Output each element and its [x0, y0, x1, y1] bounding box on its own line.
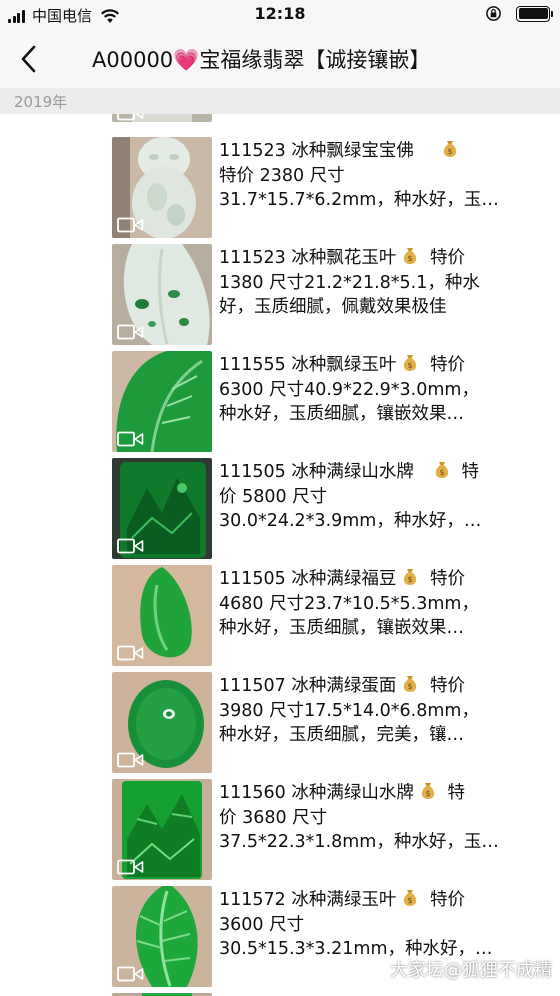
navigation-bar: A00000💗宝福缘翡翠【诚接镶嵌】 [0, 30, 560, 88]
list-item[interactable]: 111523 冰种飘花玉叶 $ 特价 1380 尺寸21.2*21.8*5.1，种… [112, 244, 560, 345]
item-price-line: 4680 尺寸23.7*10.5*5.3mm， [219, 593, 479, 614]
svg-text:$: $ [408, 896, 413, 905]
item-description: 111523 冰种飘绿宝宝佛 $ 特价 2380 尺寸 31.7*15.7*6.2… [219, 139, 524, 213]
video-icon [117, 966, 144, 982]
video-icon [117, 645, 144, 661]
item-thumbnail[interactable] [112, 351, 212, 452]
item-detail-line: 种水好，玉质细腻，镶嵌效果… [219, 404, 464, 424]
item-detail-line: 30.0*24.2*3.9mm，种水好，… [219, 511, 482, 531]
money-bag-icon: $ [404, 890, 417, 906]
svg-text:$: $ [408, 682, 413, 691]
item-price-line: 3600 尺寸 [219, 914, 305, 935]
item-thumbnail[interactable] [112, 672, 212, 773]
item-thumbnail[interactable] [112, 565, 212, 666]
money-bag-icon: $ [421, 783, 435, 799]
item-description: 111505 冰种满绿福豆 $ 特价 4680 尺寸23.7*10.5*5.3mm… [219, 567, 524, 641]
item-title: 111560 冰种满绿山水牌 [219, 783, 414, 803]
item-price-line: 3980 尺寸17.5*14.0*6.8mm， [219, 700, 479, 721]
item-detail-line: 种水好，玉质细腻，镶嵌效果… [219, 618, 464, 638]
video-icon [117, 752, 144, 768]
item-thumbnail[interactable] [112, 458, 212, 559]
item-price-line: 6300 尺寸40.9*22.9*3.0mm， [219, 379, 479, 400]
year-section-header: 2019年 [0, 88, 560, 114]
item-detail-line: 31.7*15.7*6.2mm，种水好，玉… [219, 190, 499, 210]
item-detail-line: 37.5*22.3*1.8mm，种水好，玉… [219, 832, 499, 852]
item-price-line: 1380 尺寸21.2*21.8*5.1，种水 [219, 272, 480, 293]
money-bag-icon: $ [435, 462, 449, 478]
svg-text:$: $ [425, 789, 430, 798]
item-thumbnail[interactable] [112, 244, 212, 345]
item-thumbnail[interactable] [112, 886, 212, 987]
item-detail-line: 好，玉质细腻，佩戴效果极佳 [219, 297, 447, 317]
video-icon [117, 324, 144, 340]
item-title: 111523 冰种飘绿宝宝佛 [219, 141, 414, 161]
list-item[interactable]: 111505 冰种满绿山水牌 $ 特 价 5800 尺寸 30.0*24.2*3.… [112, 458, 560, 559]
watermark: 大家坛@狐狸不成精 [390, 960, 552, 981]
year-label: 2019年 [14, 93, 68, 111]
item-thumbnail[interactable] [112, 779, 212, 880]
list-item-partial[interactable] [112, 114, 560, 122]
money-bag-icon: $ [404, 676, 417, 692]
list-item[interactable]: 111507 冰种满绿蛋面 $ 特价 3980 尺寸17.5*14.0*6.8mm… [112, 672, 560, 773]
money-bag-icon: $ [404, 355, 417, 371]
video-icon [117, 431, 144, 447]
video-icon [117, 114, 144, 121]
item-title: 111555 冰种飘绿玉叶 [219, 355, 397, 375]
list-item[interactable]: 111560 冰种满绿山水牌 $ 特 价 3680 尺寸 37.5*22.3*1.… [112, 779, 560, 880]
item-description: 111507 冰种满绿蛋面 $ 特价 3980 尺寸17.5*14.0*6.8mm… [219, 674, 524, 748]
battery-icon [516, 5, 553, 22]
svg-text:$: $ [408, 361, 413, 370]
item-thumbnail[interactable] [112, 137, 212, 238]
money-bag-icon: $ [404, 569, 417, 585]
item-detail-line: 种水好，玉质细腻，完美，镶… [219, 725, 464, 745]
rotation-lock-icon [486, 6, 501, 21]
status-bar: 中国电信 12:18 [0, 0, 560, 30]
svg-text:$: $ [439, 468, 444, 477]
item-description: 111555 冰种飘绿玉叶 $ 特价 6300 尺寸40.9*22.9*3.0mm… [219, 353, 524, 427]
item-title: 111572 冰种满绿玉叶 [219, 890, 397, 910]
item-description: 111505 冰种满绿山水牌 $ 特 价 5800 尺寸 30.0*24.2*3.… [219, 460, 524, 534]
item-title: 111505 冰种满绿福豆 [219, 569, 397, 589]
list-item[interactable]: 111555 冰种飘绿玉叶 $ 特价 6300 尺寸40.9*22.9*3.0mm… [112, 351, 560, 452]
item-title: 111523 冰种飘花玉叶 [219, 248, 397, 268]
item-thumbnail[interactable] [112, 114, 212, 122]
item-title: 111507 冰种满绿蛋面 [219, 676, 397, 696]
svg-text:$: $ [447, 147, 452, 156]
item-price-line: 价 5800 尺寸 [219, 486, 328, 507]
item-price-line: 价 3680 尺寸 [219, 807, 328, 828]
back-button[interactable] [16, 44, 42, 74]
video-icon [117, 859, 144, 875]
item-description: 111560 冰种满绿山水牌 $ 特 价 3680 尺寸 37.5*22.3*1.… [219, 781, 524, 855]
video-icon [117, 538, 144, 554]
item-description: 111523 冰种飘花玉叶 $ 特价 1380 尺寸21.2*21.8*5.1，种… [219, 246, 524, 320]
item-title: 111505 冰种满绿山水牌 [219, 462, 414, 482]
item-description: 111572 冰种满绿玉叶 $ 特价 3600 尺寸 30.5*15.3*3.21… [219, 888, 524, 962]
svg-text:$: $ [408, 575, 413, 584]
list-item[interactable]: 111505 冰种满绿福豆 $ 特价 4680 尺寸23.7*10.5*5.3mm… [112, 565, 560, 666]
video-icon [117, 217, 144, 233]
svg-text:$: $ [408, 254, 413, 263]
money-bag-icon: $ [443, 141, 457, 157]
page-title: A00000💗宝福缘翡翠【诚接镶嵌】 [92, 48, 431, 72]
list-item[interactable]: 111523 冰种飘绿宝宝佛 $ 特价 2380 尺寸 31.7*15.7*6.2… [112, 137, 560, 238]
money-bag-icon: $ [404, 248, 417, 264]
album-list[interactable]: 111523 冰种飘绿宝宝佛 $ 特价 2380 尺寸 31.7*15.7*6.2… [0, 114, 560, 996]
item-price-line: 特价 2380 尺寸 [219, 165, 345, 186]
clock: 12:18 [254, 4, 306, 23]
